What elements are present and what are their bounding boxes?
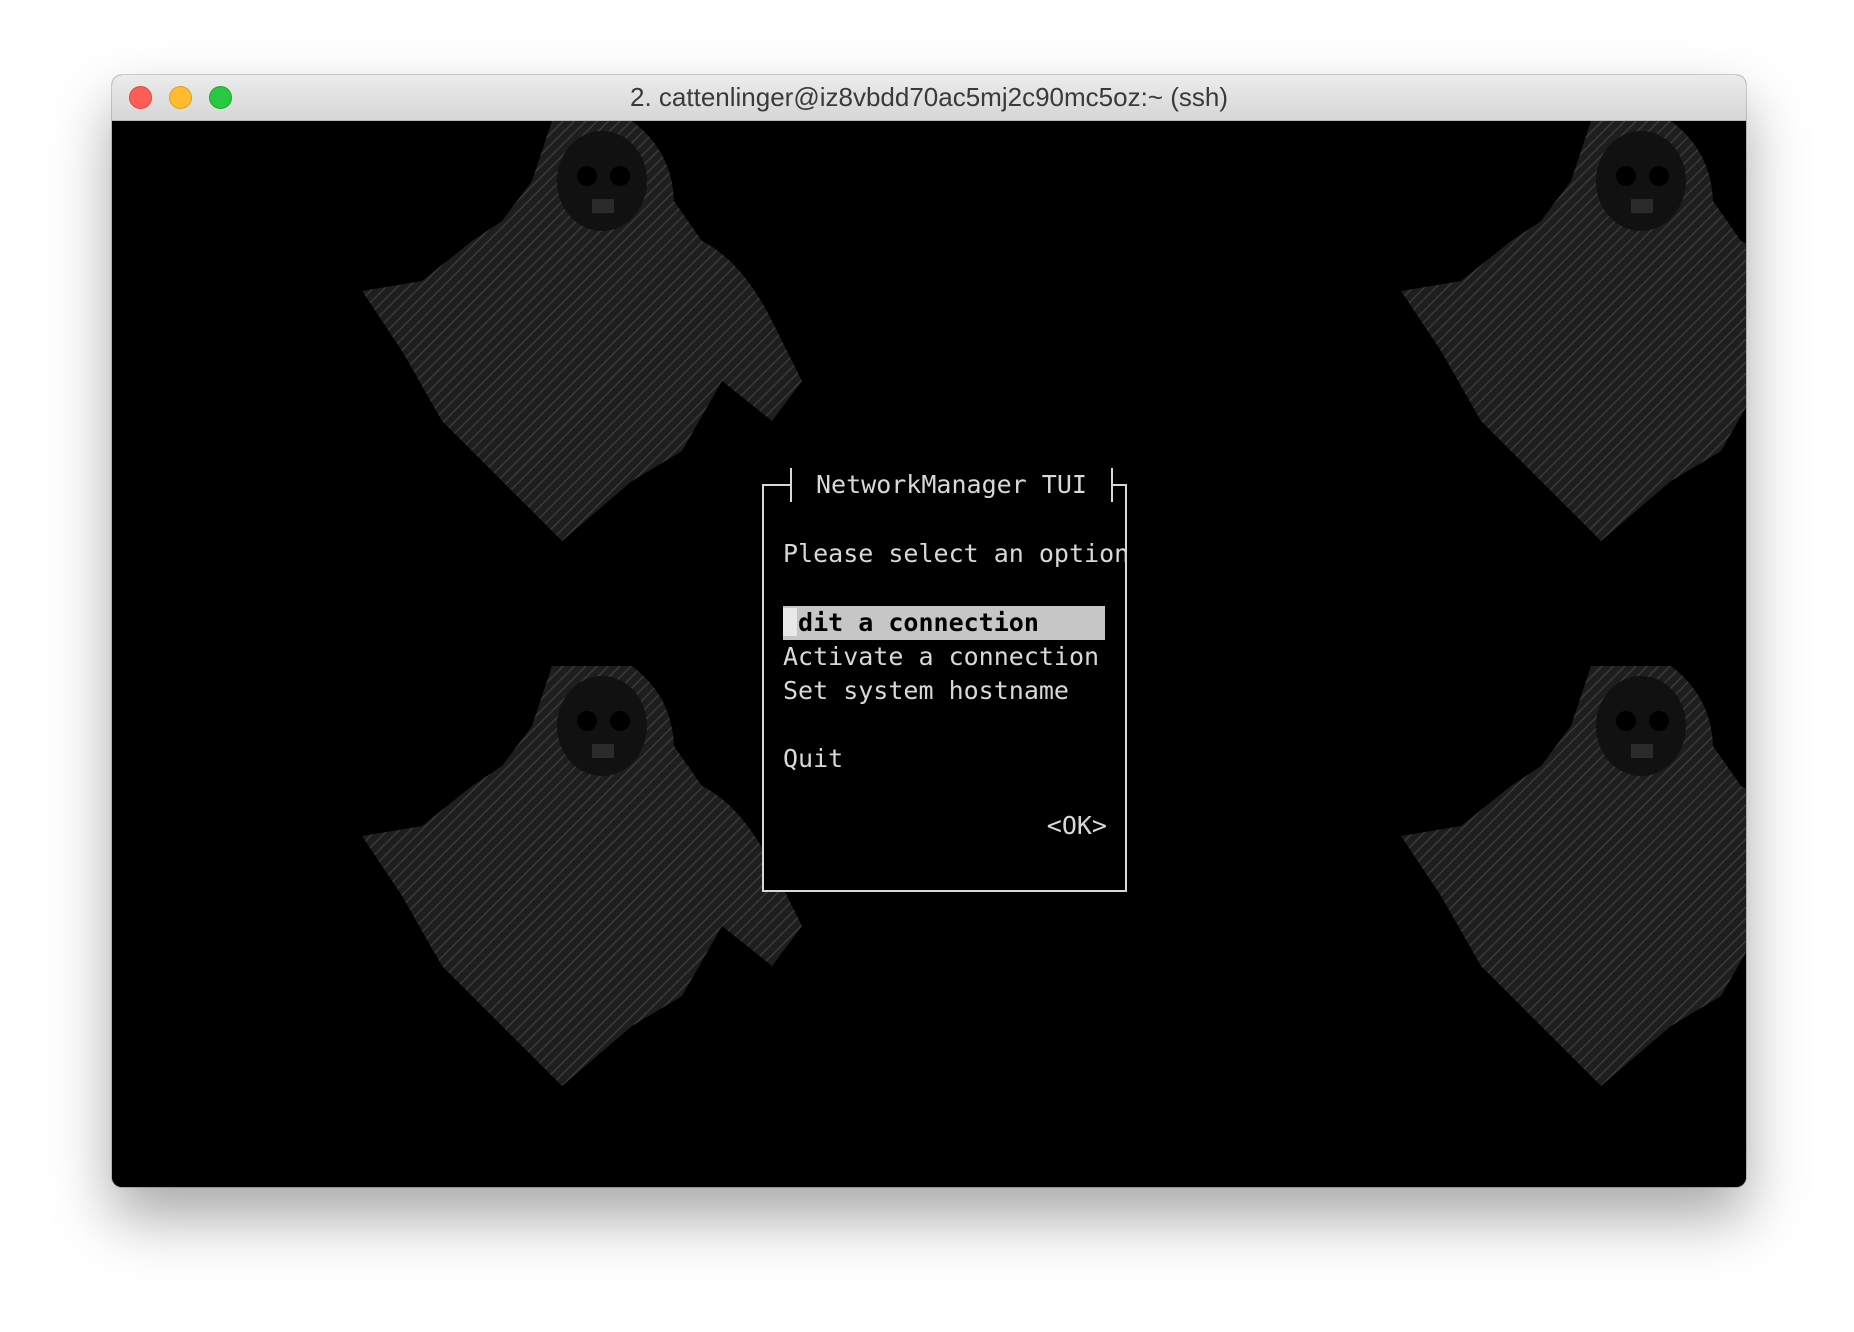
title-bar[interactable]: 2. cattenlinger@iz8vbdd70ac5mj2c90mc5oz:… <box>112 75 1746 121</box>
wallpaper-art-icon <box>1401 121 1746 541</box>
menu-item-label: Set system hostname <box>783 676 1069 705</box>
menu-item-label: Activate a connection <box>783 642 1100 671</box>
wallpaper-art-icon <box>1401 666 1746 1086</box>
window-title: 2. cattenlinger@iz8vbdd70ac5mj2c90mc5oz:… <box>630 82 1228 112</box>
menu-item-quit[interactable]: Quit <box>783 742 1105 776</box>
option-menu: Edit a connection Activate a connection … <box>783 606 1105 776</box>
menu-separator <box>783 708 1105 742</box>
dialog-title: NetworkManager TUI <box>790 468 1113 502</box>
ok-button[interactable]: <OK> <box>1047 811 1107 840</box>
menu-item-label: Quit <box>783 744 844 773</box>
menu-item-set-hostname[interactable]: Set system hostname <box>783 674 1105 708</box>
menu-item-label: Edit a connection <box>783 608 1039 637</box>
dialog-prompt: Please select an option <box>783 539 1130 568</box>
terminal-window: 2. cattenlinger@iz8vbdd70ac5mj2c90mc5oz:… <box>112 75 1746 1187</box>
terminal-area[interactable]: NetworkManager TUI Please select an opti… <box>112 121 1746 1187</box>
text-cursor-icon <box>783 608 797 636</box>
nmtui-dialog: NetworkManager TUI Please select an opti… <box>762 468 1130 892</box>
menu-item-edit-connection[interactable]: Edit a connection <box>783 606 1105 640</box>
menu-item-activate-connection[interactable]: Activate a connection <box>783 640 1105 674</box>
